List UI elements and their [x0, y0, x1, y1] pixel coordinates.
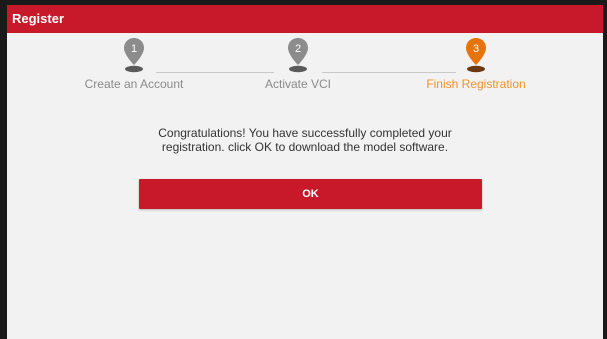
page-header: Register	[7, 5, 603, 33]
step-create-account: 1 Create an Account	[54, 37, 214, 91]
location-pin-icon: 1	[123, 37, 145, 73]
step-finish-registration: 3 Finish Registration	[396, 37, 556, 91]
register-window: Register 1 Create an Account 2 Activate …	[0, 0, 607, 339]
location-pin-icon: 2	[287, 37, 309, 73]
step-activate-vci: 2 Activate VCI	[218, 37, 378, 91]
step-label: Create an Account	[84, 77, 184, 91]
step-number: 3	[473, 43, 479, 55]
step-label: Activate VCI	[264, 77, 332, 91]
location-pin-icon: 3	[465, 37, 487, 73]
step-number: 2	[295, 43, 301, 55]
step-label: Finish Registration	[426, 77, 526, 91]
step-number: 1	[131, 43, 137, 55]
success-message: Congratulations! You have successfully c…	[7, 126, 603, 154]
success-message-line-1: Congratulations! You have successfully c…	[158, 126, 452, 140]
success-message-line-2: registration. click OK to download the m…	[161, 140, 449, 154]
page-title: Register	[12, 11, 65, 26]
ok-button[interactable]: OK	[139, 179, 482, 209]
registration-stepper: 1 Create an Account 2 Activate VCI 3 Fin…	[7, 37, 603, 107]
